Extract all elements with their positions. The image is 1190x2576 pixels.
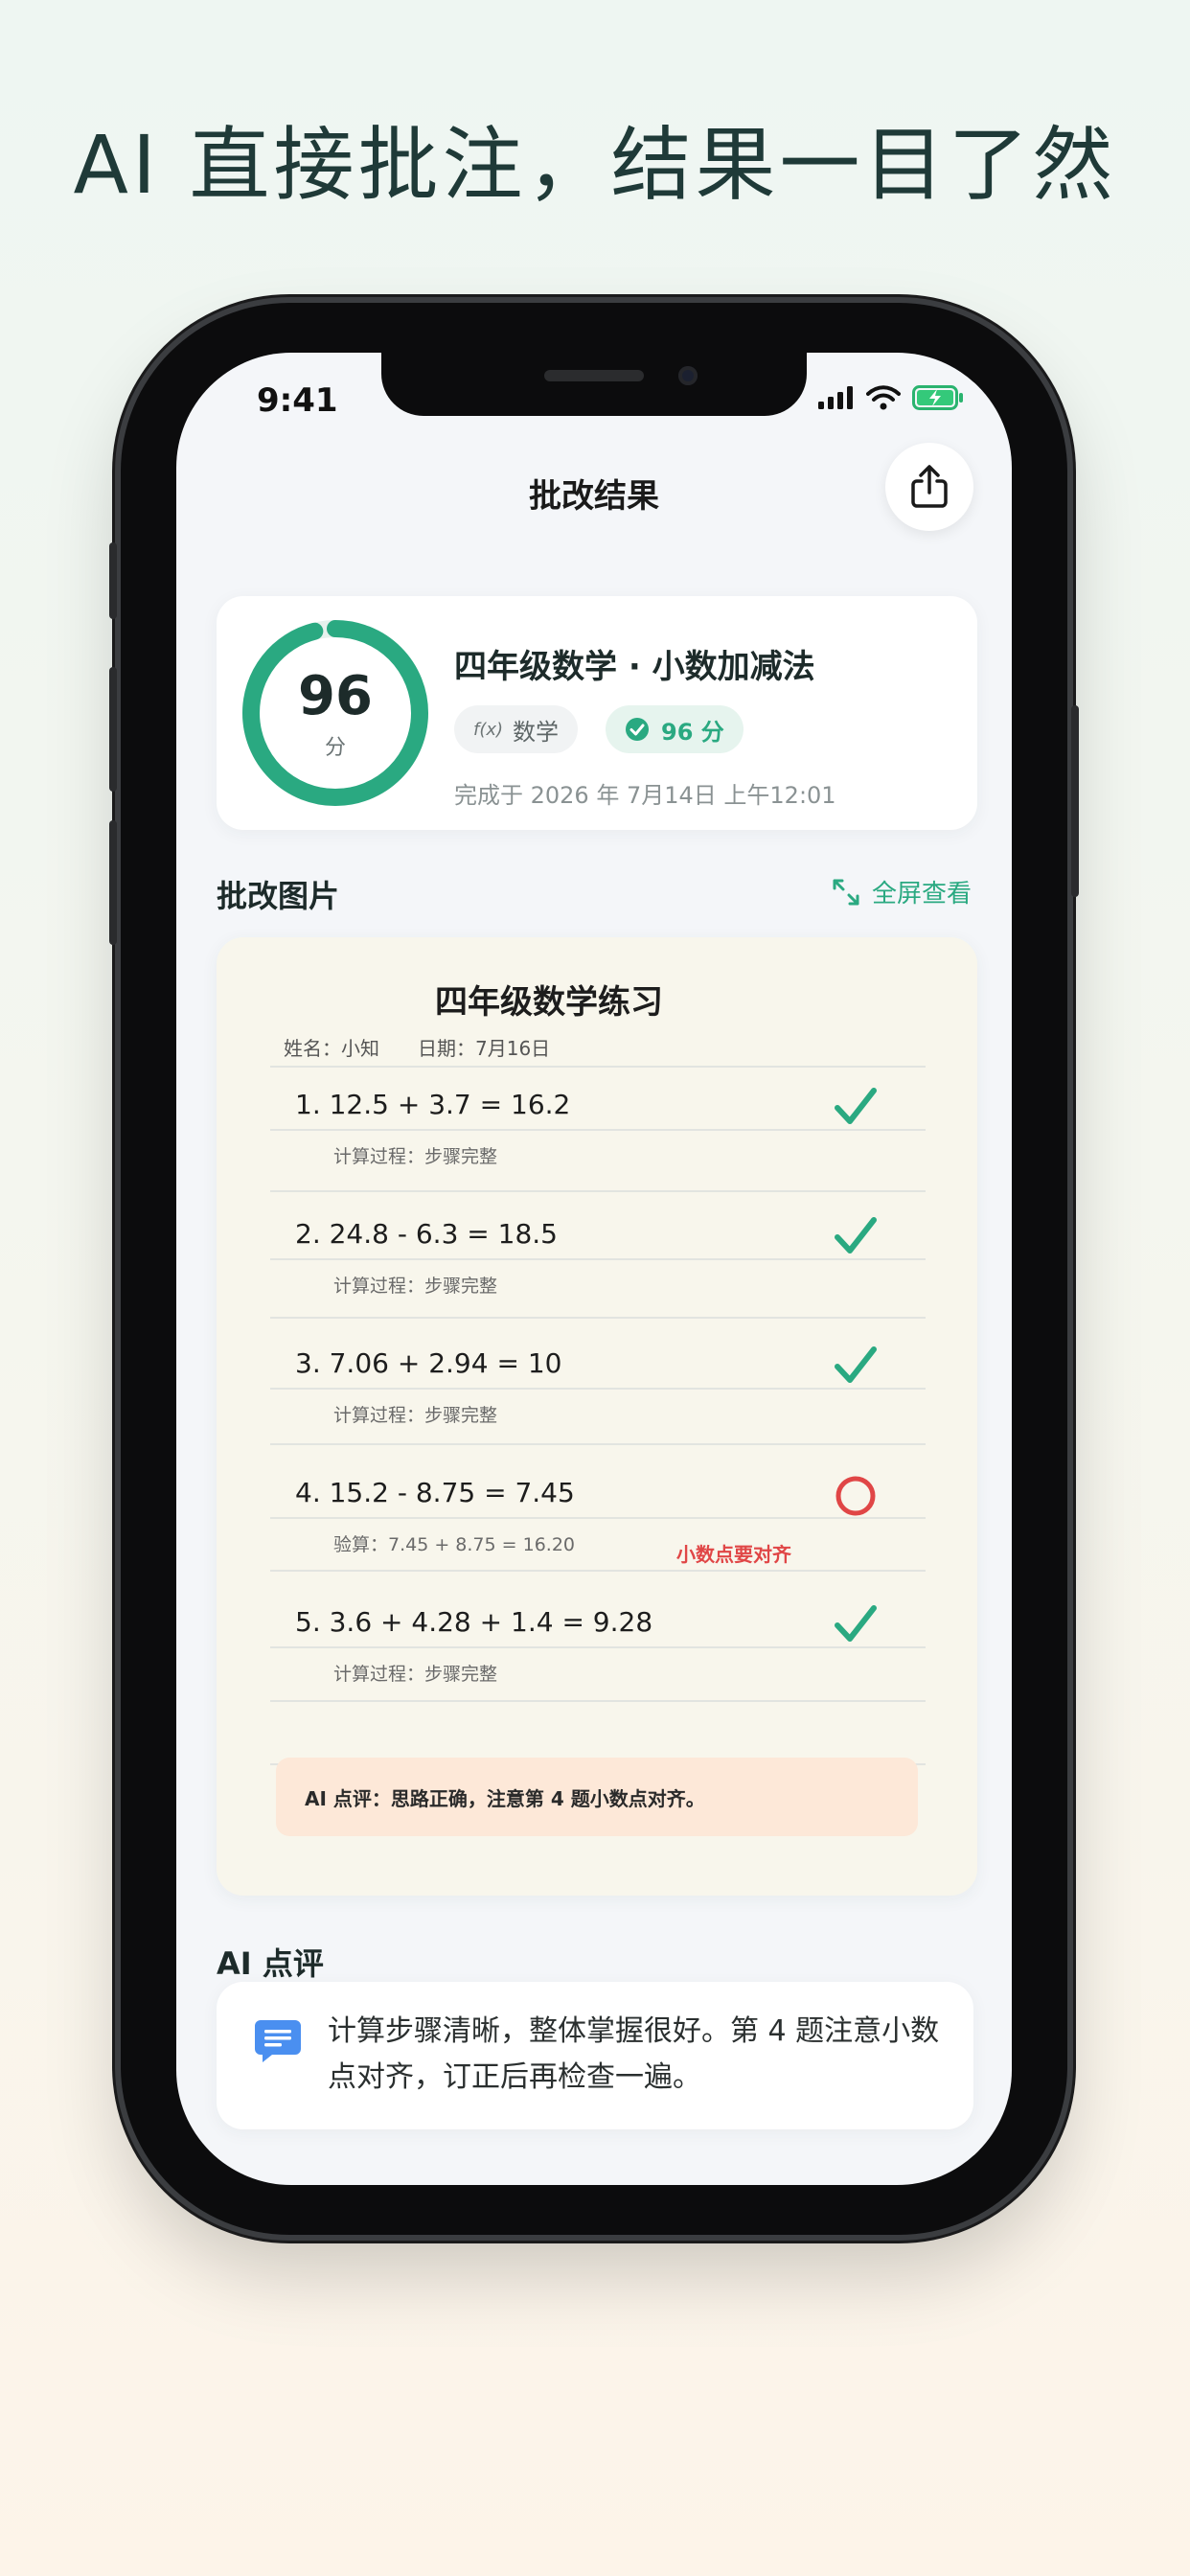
problem-2-note: 计算过程：步骤完整 xyxy=(333,1276,498,1297)
problem-1: 1. 12.5 + 3.7 = 16.2 xyxy=(295,1089,571,1120)
ai-comment-title: AI 点评 xyxy=(217,1945,324,1982)
correct-check-icon xyxy=(835,1088,877,1124)
front-camera xyxy=(678,366,698,385)
problem-3: 3. 7.06 + 2.94 = 10 xyxy=(295,1347,562,1379)
rule-line xyxy=(270,1190,926,1192)
rule-line xyxy=(270,1443,926,1445)
chat-bubble-icon xyxy=(255,2020,301,2062)
ai-comment-card: 计算步骤清晰，整体掌握很好。第 4 题注意小数点对齐，订正后再检查一遍。 xyxy=(217,1982,973,2129)
rule-line xyxy=(270,1129,926,1131)
completed-time: 完成于 2026 年 7月14日 上午12:01 xyxy=(454,782,836,809)
speaker-grille xyxy=(544,370,644,381)
score-unit: 分 xyxy=(324,736,346,760)
graded-image-title: 批改图片 xyxy=(217,878,340,914)
correct-check-icon xyxy=(835,1217,877,1254)
rule-line xyxy=(270,1570,926,1572)
expand-icon xyxy=(833,879,859,905)
rule-line xyxy=(270,1066,926,1068)
problem-4-note: 验算：7.45 + 8.75 = 16.20 xyxy=(333,1534,576,1555)
phone-frame: 9:41 批改结果 96 分 四年级数学 · 小数加减法 f(x) 数学 96 … xyxy=(109,303,1079,2235)
share-icon xyxy=(911,465,948,508)
problem-5: 5. 3.6 + 4.28 + 1.4 = 9.28 xyxy=(295,1606,653,1638)
rule-line xyxy=(270,1317,926,1319)
wrong-annotation: 小数点要对齐 xyxy=(676,1543,791,1566)
function-icon: f(x) xyxy=(473,719,504,740)
power-button xyxy=(1071,705,1079,897)
screen: 9:41 批改结果 96 分 四年级数学 · 小数加减法 f(x) 数学 96 … xyxy=(176,353,1012,2185)
rule-line xyxy=(270,1388,926,1390)
ai-annotation-box: AI 点评：思路正确，注意第 4 题小数点对齐。 xyxy=(276,1758,918,1836)
assignment-title: 四年级数学 · 小数加减法 xyxy=(454,648,815,686)
rule-line xyxy=(270,1258,926,1260)
cellular-signal-icon xyxy=(818,386,853,409)
rule-line xyxy=(270,1700,926,1702)
notch xyxy=(381,353,807,416)
volume-down-button xyxy=(109,820,117,945)
subject-label: 数学 xyxy=(513,718,560,746)
share-button[interactable] xyxy=(885,443,973,531)
wifi-icon xyxy=(866,385,901,410)
headline: AI 直接批注，结果一目了然 xyxy=(73,118,1117,212)
score-value: 96 xyxy=(298,665,373,727)
battery-charging-icon xyxy=(912,385,963,410)
volume-up-button xyxy=(109,667,117,792)
rule-line xyxy=(270,1517,926,1519)
status-icons xyxy=(818,385,964,410)
problem-3-note: 计算过程：步骤完整 xyxy=(333,1405,498,1426)
fullscreen-label: 全屏查看 xyxy=(871,880,972,908)
mute-switch xyxy=(109,542,117,619)
status-time: 9:41 xyxy=(257,381,338,420)
problem-1-note: 计算过程：步骤完整 xyxy=(333,1146,498,1167)
graded-worksheet-image[interactable]: 四年级数学练习 姓名：小知 日期：7月16日 1. 12.5 + 3.7 = 1… xyxy=(217,937,977,1896)
ai-comment-text: 计算步骤清晰，整体掌握很好。第 4 题注意小数点对齐，订正后再检查一遍。 xyxy=(328,2014,940,2094)
rule-line xyxy=(270,1646,926,1648)
worksheet-title: 四年级数学练习 xyxy=(435,983,663,1022)
score-chip-label: 96 分 xyxy=(661,718,724,746)
correct-check-icon xyxy=(835,1346,877,1383)
worksheet-meta: 姓名：小知 日期：7月16日 xyxy=(284,1037,551,1060)
score-chip: 96 分 xyxy=(606,705,744,753)
problem-2: 2. 24.8 - 6.3 = 18.5 xyxy=(295,1218,558,1250)
wrong-circle-icon xyxy=(835,1476,876,1516)
fullscreen-button[interactable]: 全屏查看 xyxy=(832,874,972,909)
subject-chip: f(x) 数学 xyxy=(454,705,579,753)
check-circle-icon xyxy=(626,718,649,741)
correct-check-icon xyxy=(835,1605,877,1642)
score-card: 96 分 四年级数学 · 小数加减法 f(x) 数学 96 分 完成于 2026… xyxy=(217,596,977,830)
problem-5-note: 计算过程：步骤完整 xyxy=(333,1664,498,1685)
problem-4: 4. 15.2 - 8.75 = 7.45 xyxy=(295,1477,575,1508)
